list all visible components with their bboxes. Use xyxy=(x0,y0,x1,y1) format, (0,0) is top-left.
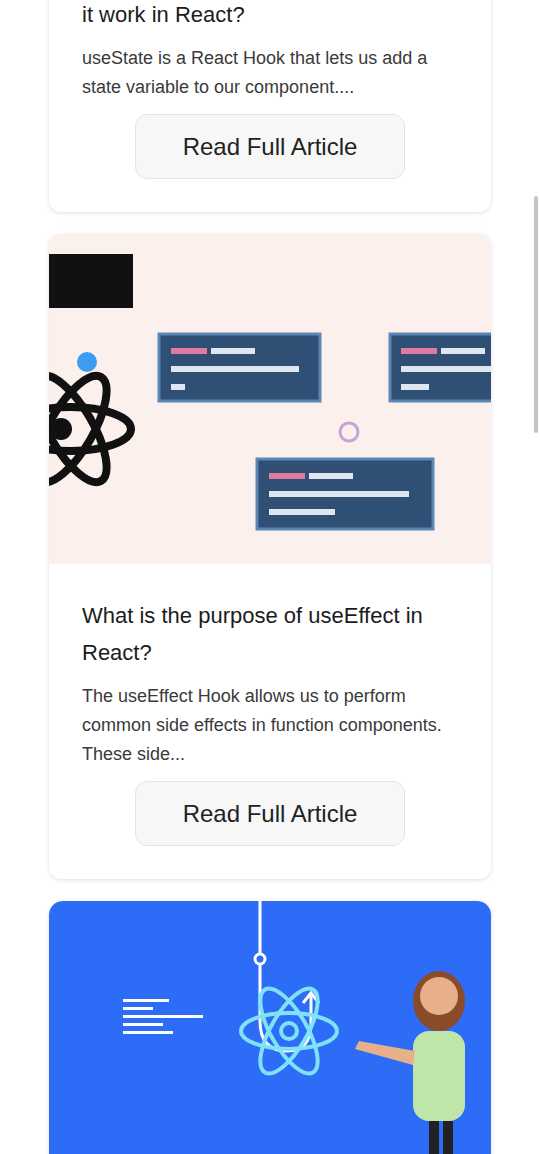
useeffect-illustration-icon xyxy=(49,234,491,564)
versus-mark-icon xyxy=(340,423,358,441)
article-body: it work in React? useState is a React Hoo… xyxy=(49,0,491,212)
scrollbar-thumb[interactable] xyxy=(534,196,538,433)
article-excerpt: useState is a React Hook that lets us ad… xyxy=(82,44,458,102)
article-excerpt: The useEffect Hook allows us to perform … xyxy=(82,682,458,769)
person-icon xyxy=(355,971,465,1154)
article-feed: it work in React? useState is a React Hoo… xyxy=(0,0,540,1154)
article-title[interactable]: it work in React? xyxy=(82,0,458,33)
react-logo-icon xyxy=(49,366,131,492)
article-card: it work in React? useState is a React Hoo… xyxy=(49,0,491,212)
article-body: What is the purpose of useEffect in Reac… xyxy=(49,564,491,879)
article-thumbnail[interactable] xyxy=(49,234,491,564)
react-logo-icon xyxy=(241,980,337,1081)
read-full-article-button[interactable]: Read Full Article xyxy=(135,114,405,179)
article-card xyxy=(49,901,491,1154)
code-box-icon xyxy=(390,334,491,401)
article-thumbnail[interactable] xyxy=(49,901,491,1154)
code-lines-icon xyxy=(123,999,203,1034)
custom-hooks-illustration-icon xyxy=(49,901,491,1154)
read-full-article-button[interactable]: Read Full Article xyxy=(135,781,405,846)
article-card: What is the purpose of useEffect in Reac… xyxy=(49,234,491,879)
article-title[interactable]: What is the purpose of useEffect in Reac… xyxy=(82,597,458,671)
article-actions: Read Full Article xyxy=(82,781,458,846)
article-list: it work in React? useState is a React Hoo… xyxy=(0,0,540,1154)
code-box-icon xyxy=(159,334,320,401)
article-actions: Read Full Article xyxy=(82,114,458,179)
code-box-icon xyxy=(257,459,433,529)
